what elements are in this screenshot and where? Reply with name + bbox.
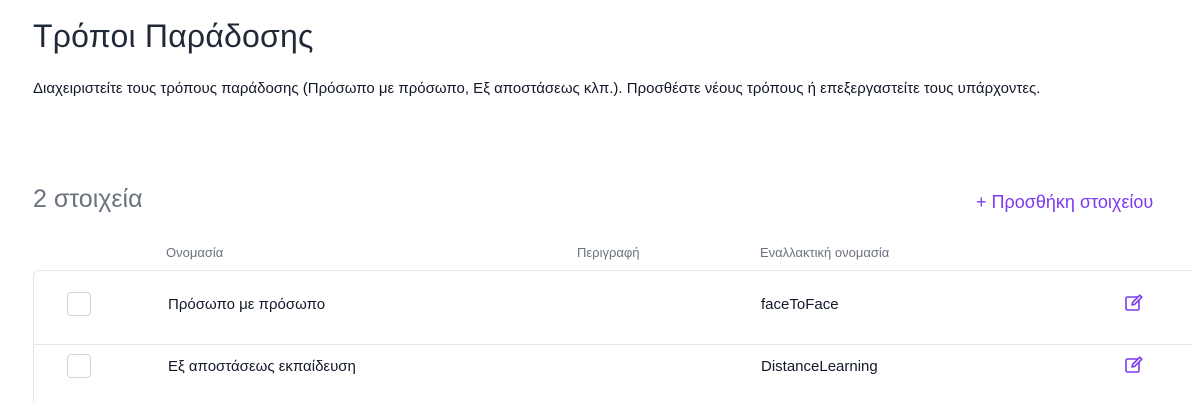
edit-icon[interactable] [1124, 355, 1144, 375]
page-description: Διαχειριστείτε τους τρόπους παράδοσης (Π… [33, 80, 1041, 97]
add-item-button[interactable]: + Προσθήκη στοιχείου [976, 192, 1192, 213]
row-name: Πρόσωπο με πρόσωπο [168, 296, 326, 313]
item-count-label: 2 στοιχεία [33, 185, 143, 213]
row-alt-name: DistanceLearning [761, 358, 878, 375]
items-table: Πρόσωπο με πρόσωπο faceToFace Εξ αποστάσ… [33, 270, 1192, 403]
row-name: Εξ αποστάσεως εκπαίδευση [168, 358, 356, 375]
delivery-modes-page: Τρόποι Παράδοσης Διαχειριστείτε τους τρό… [0, 0, 1192, 403]
row-select-checkbox[interactable] [67, 354, 91, 378]
row-select-checkbox[interactable] [67, 292, 91, 316]
table-row[interactable]: Πρόσωπο με πρόσωπο faceToFace [34, 283, 1192, 340]
row-alt-name: faceToFace [761, 296, 839, 313]
column-header-name[interactable]: Ονομασία [166, 245, 223, 260]
table-row[interactable]: Εξ αποστάσεως εκπαίδευση DistanceLearnin… [34, 345, 1192, 402]
column-header-description[interactable]: Περιγραφή [577, 245, 640, 260]
edit-icon[interactable] [1124, 293, 1144, 313]
page-title: Τρόποι Παράδοσης [33, 18, 314, 54]
column-header-alt-name[interactable]: Εναλλακτική ονομασία [760, 245, 889, 260]
